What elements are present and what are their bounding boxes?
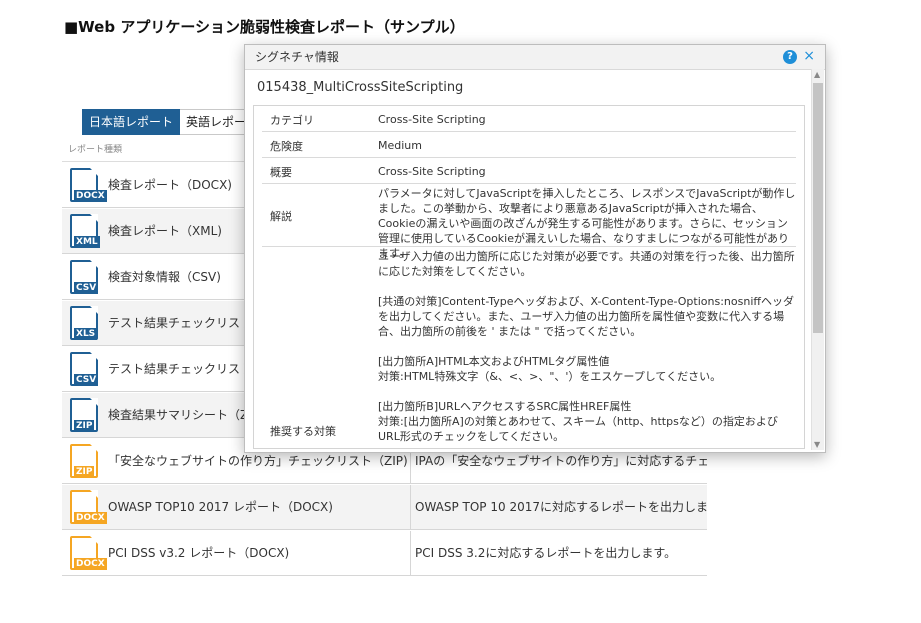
report-name[interactable]: OWASP TOP10 2017 レポート（DOCX) xyxy=(108,485,333,529)
report-language-tabs: 日本語レポート 英語レポー xyxy=(82,109,254,135)
docx-file-icon: DOCX xyxy=(70,490,107,524)
report-description: PCI DSS 3.2に対応するレポートを出力します。 xyxy=(410,531,707,575)
explanation-label: 解説 xyxy=(270,210,292,223)
signature-name: 015438_MultiCrossSiteScripting xyxy=(257,80,464,95)
report-name[interactable]: テスト結果チェックリスト xyxy=(108,347,252,391)
signature-detail-table: カテゴリ Cross-Site Scripting 危険度 Medium 概要 … xyxy=(253,105,805,449)
category-label: カテゴリ xyxy=(270,114,314,127)
scroll-up-icon[interactable]: ▲ xyxy=(814,70,820,79)
docx-file-icon: DOCX xyxy=(70,168,107,202)
report-name[interactable]: テスト結果チェックリスト xyxy=(108,301,252,345)
report-row[interactable]: DOCX PCI DSS v3.2 レポート（DOCX) PCI DSS 3.2に対… xyxy=(62,531,707,576)
report-name[interactable]: 検査対象情報（CSV) xyxy=(108,255,221,299)
severity-label: 危険度 xyxy=(270,140,303,153)
summary-label: 概要 xyxy=(270,166,292,179)
tab-japanese-report[interactable]: 日本語レポート xyxy=(82,109,181,135)
table-row-explanation: 解説 パラメータに対してJavaScriptを挿入したところ、レスポンスでJav… xyxy=(262,184,796,260)
countermeasure-paragraph: [出力箇所B]URLへアクセスするSRC属性HREF属性 対策:[出力箇所A]の… xyxy=(378,400,778,443)
page-title: ■Web アプリケーション脆弱性検査レポート（サンプル） xyxy=(64,18,465,36)
table-row-countermeasure: 推奨する対策 ユーザ入力値の出力箇所に応じた対策が必要です。共通の対策を行った後… xyxy=(262,247,798,448)
csv-file-icon: CSV xyxy=(70,260,100,294)
xml-file-icon: XML xyxy=(70,214,100,248)
report-name[interactable]: 検査結果サマリシート（ZI xyxy=(108,393,252,437)
countermeasure-paragraph: ユーザ入力値の出力箇所に応じた対策が必要です。共通の対策を行った後、出力箇所に応… xyxy=(378,250,795,278)
table-row-category: カテゴリ Cross-Site Scripting xyxy=(262,106,796,132)
signature-info-dialog: シグネチャ情報 ? × 015438_MultiCrossSiteScripti… xyxy=(244,44,826,453)
countermeasure-paragraph: [共通の対策]Content-Typeヘッダおよび、X-Content-Type… xyxy=(378,295,794,338)
report-name[interactable]: PCI DSS v3.2 レポート（DOCX) xyxy=(108,531,289,575)
summary-value: Cross-Site Scripting xyxy=(378,165,486,178)
csv-file-icon: CSV xyxy=(70,352,100,386)
help-icon[interactable]: ? xyxy=(783,50,797,64)
severity-value: Medium xyxy=(378,139,422,152)
dialog-titlebar: シグネチャ情報 ? × xyxy=(245,45,825,70)
xls-file-icon: XLS xyxy=(70,306,100,340)
countermeasure-label: 推奨する対策 xyxy=(270,425,336,438)
scroll-thumb[interactable] xyxy=(813,83,823,333)
tab-english-report[interactable]: 英語レポー xyxy=(180,109,254,135)
dialog-scrollbar[interactable]: ▲ ▼ xyxy=(811,69,824,450)
docx-file-icon: DOCX xyxy=(70,536,107,570)
countermeasure-paragraph: [出力箇所A]HTML本文およびHTMLタグ属性値 対策:HTML特殊文字（&、… xyxy=(378,355,722,383)
report-name[interactable]: 検査レポート（DOCX) xyxy=(108,163,232,207)
table-row-summary: 概要 Cross-Site Scripting xyxy=(262,158,796,184)
zip-file-icon: ZIP xyxy=(70,398,100,432)
table-row-severity: 危険度 Medium xyxy=(262,132,796,158)
report-row[interactable]: DOCX OWASP TOP10 2017 レポート（DOCX) OWASP TOP… xyxy=(62,485,707,530)
scroll-down-icon[interactable]: ▼ xyxy=(814,440,820,449)
report-description: OWASP TOP 10 2017に対応するレポートを出力します。 xyxy=(410,485,707,529)
dialog-title: シグネチャ情報 xyxy=(255,50,339,64)
countermeasure-value: ユーザ入力値の出力箇所に応じた対策が必要です。共通の対策を行った後、出力箇所に応… xyxy=(378,249,798,448)
zip-file-icon: ZIP xyxy=(70,444,100,478)
report-name[interactable]: 検査レポート（XML) xyxy=(108,209,222,253)
close-icon[interactable]: × xyxy=(803,47,815,65)
category-value: Cross-Site Scripting xyxy=(378,113,486,126)
